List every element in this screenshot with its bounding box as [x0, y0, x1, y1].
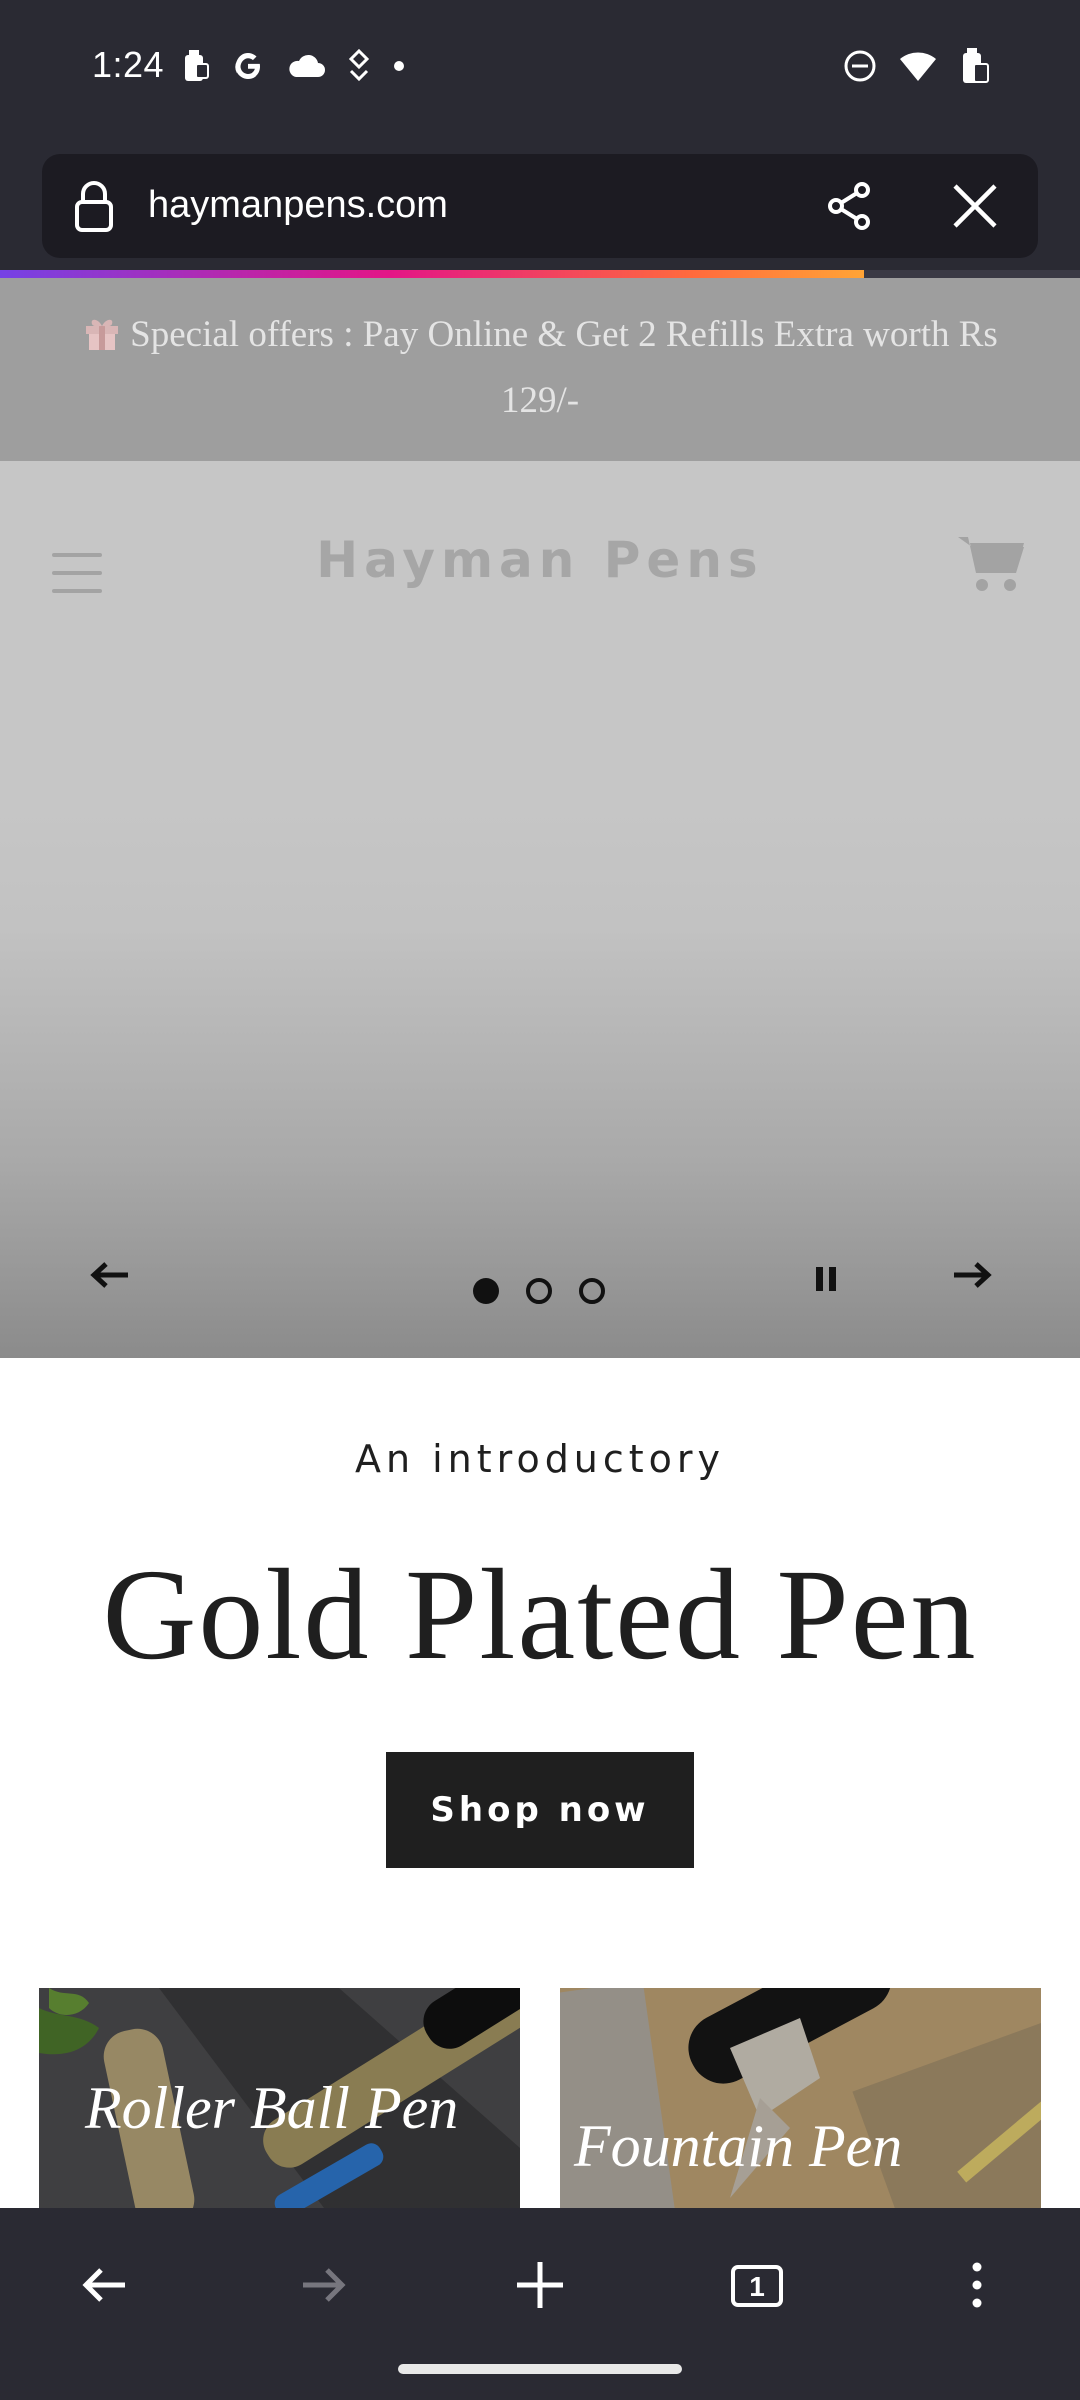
- home-indicator[interactable]: [398, 2364, 682, 2374]
- hero-slideshow[interactable]: Hayman Pens: [0, 461, 1080, 1358]
- browser-toolbar: haymanpens.com: [0, 140, 1080, 272]
- shop-now-button[interactable]: Shop now: [386, 1752, 694, 1868]
- google-icon: [230, 48, 266, 84]
- announcement-text: Special offers : Pay Online & Get 2 Refi…: [130, 314, 998, 421]
- collection-label[interactable]: Fountain Pen: [574, 2112, 902, 2181]
- page-load-progress: [0, 270, 1080, 278]
- gift-icon: [82, 308, 122, 350]
- back-arrow-icon[interactable]: [70, 2250, 140, 2320]
- url-bar[interactable]: haymanpens.com: [42, 154, 1038, 258]
- overflow-menu-icon[interactable]: [942, 2250, 1012, 2320]
- collection-card-fountain[interactable]: Fountain Pen: [560, 1988, 1041, 2208]
- slide-dot-1[interactable]: [473, 1278, 499, 1304]
- promo-headline: Gold Plated Pen: [102, 1543, 978, 1687]
- cart-icon[interactable]: [956, 533, 1026, 600]
- close-icon[interactable]: [947, 178, 1003, 239]
- new-tab-plus-icon[interactable]: [505, 2250, 575, 2320]
- do-not-disturb-icon: [842, 48, 878, 84]
- slide-dot-3[interactable]: [579, 1278, 605, 1304]
- cloud-icon: [286, 51, 326, 81]
- pause-icon[interactable]: [796, 1248, 856, 1308]
- tab-count-icon[interactable]: 1: [722, 2250, 792, 2320]
- status-icons-right: [842, 44, 990, 88]
- announcement-bar: Special offers : Pay Online & Get 2 Refi…: [0, 278, 1080, 461]
- collection-card-roller-ball[interactable]: Roller Ball Pen: [39, 1988, 520, 2208]
- next-arrow-icon[interactable]: [942, 1245, 1002, 1305]
- battery-icon: [958, 46, 990, 86]
- web-page: Special offers : Pay Online & Get 2 Refi…: [0, 278, 1080, 2208]
- share-icon[interactable]: [822, 178, 878, 239]
- previous-arrow-icon[interactable]: [80, 1245, 140, 1305]
- slide-dot-2[interactable]: [526, 1278, 552, 1304]
- site-logo[interactable]: Hayman Pens: [0, 531, 1080, 589]
- dot-icon: [392, 59, 406, 73]
- promo-eyebrow: An introductory: [354, 1437, 726, 1481]
- status-time: 1:24: [92, 44, 165, 85]
- collection-label[interactable]: Roller Ball Pen: [85, 2074, 458, 2143]
- wifi-icon: [898, 49, 938, 83]
- status-icons-left: [180, 44, 406, 88]
- tab-count: 1: [749, 2271, 765, 2302]
- status-bar: 1:24: [0, 0, 1080, 140]
- forward-arrow-icon[interactable]: [288, 2250, 358, 2320]
- location-pin-icon: [346, 49, 372, 83]
- lock-icon[interactable]: [72, 178, 116, 239]
- battery-saver-icon: [180, 48, 210, 84]
- page-load-progress-fill: [0, 270, 864, 278]
- url-text[interactable]: haymanpens.com: [148, 184, 448, 227]
